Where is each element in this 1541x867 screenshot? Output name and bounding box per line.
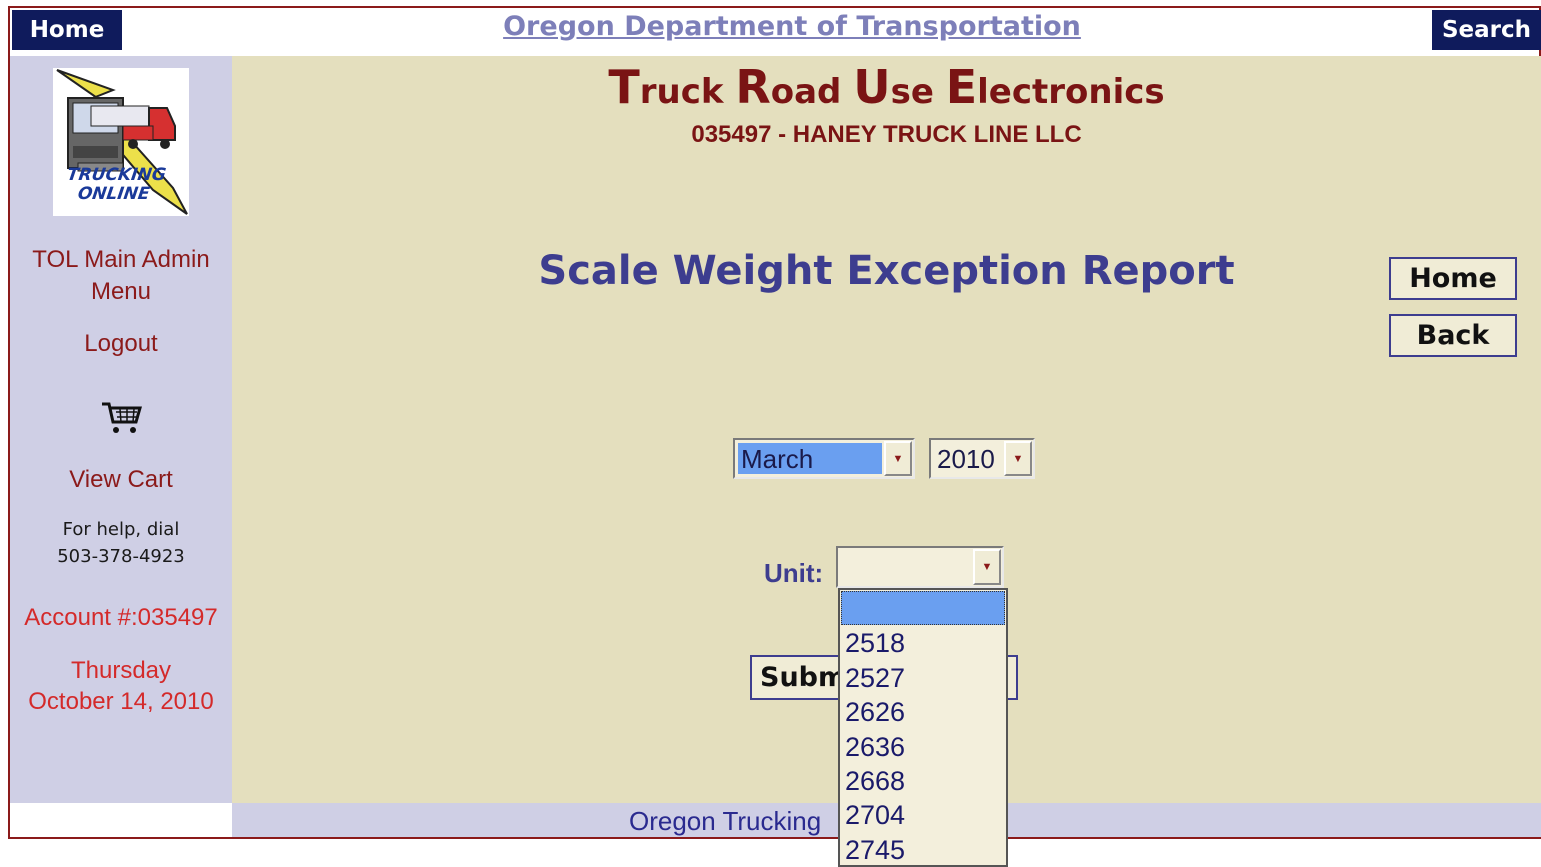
help-text: For help, dial	[62, 519, 180, 540]
unit-option[interactable]: 2704	[840, 798, 1006, 832]
app-title-word: oad	[770, 72, 854, 112]
app-title-word: lectronics	[977, 72, 1165, 112]
year-select[interactable]: 2010 ▼	[929, 438, 1035, 479]
chevron-down-icon[interactable]: ▼	[1004, 441, 1032, 476]
unit-option[interactable]: 2527	[840, 661, 1006, 695]
footer-text: Oregon Trucking	[629, 806, 822, 836]
unit-dropdown-list[interactable]: 2518 2527 2626 2636 2668 2704 2745	[838, 588, 1008, 867]
company-name: 035497 - HANEY TRUCK LINE LLC	[691, 121, 1082, 148]
app-title-word: ruck	[639, 72, 736, 112]
sidebar-item-main-menu[interactable]: TOL Main Admin Menu	[10, 244, 232, 308]
date-day: Thursday	[70, 657, 172, 684]
top-search-button[interactable]: Search	[1432, 10, 1541, 50]
month-select[interactable]: March ▼	[733, 438, 915, 479]
app-title-letter: R	[735, 60, 771, 114]
unit-select-value	[841, 551, 971, 583]
unit-select[interactable]: ▼	[836, 546, 1004, 588]
app-title-letter: U	[853, 60, 891, 114]
app-title: Truck Road Use Electronics	[232, 62, 1541, 117]
unit-option[interactable]: 2626	[840, 695, 1006, 729]
help-phone: 503-378-4923	[57, 546, 185, 567]
home-button[interactable]: Home	[1389, 257, 1517, 300]
unit-option[interactable]: 2745	[840, 833, 1006, 865]
unit-option[interactable]: 2668	[840, 764, 1006, 798]
unit-option[interactable]: 2518	[840, 626, 1006, 660]
back-button[interactable]: Back	[1389, 314, 1517, 357]
month-select-value: March	[738, 443, 882, 474]
unit-option[interactable]: 2636	[840, 730, 1006, 764]
app-title-letter: T	[608, 60, 640, 114]
app-title-word: se	[890, 72, 946, 112]
unit-option[interactable]	[841, 591, 1005, 626]
top-home-button[interactable]: Home	[12, 10, 122, 50]
trucking-online-logo[interactable]: TRUCKING ONLINE	[53, 68, 189, 216]
date-full: October 14, 2010	[28, 688, 214, 715]
year-select-value: 2010	[937, 444, 995, 474]
app-title-letter: E	[945, 60, 978, 114]
chevron-down-icon[interactable]: ▼	[884, 441, 912, 476]
page-title: Scale Weight Exception Report	[538, 248, 1235, 294]
sidebar-item-logout[interactable]: Logout	[10, 328, 232, 360]
chevron-down-icon[interactable]: ▼	[973, 549, 1001, 585]
sidebar-item-view-cart[interactable]: View Cart	[10, 464, 232, 496]
site-title[interactable]: Oregon Department of Transportation	[122, 10, 1462, 44]
account-number: Account #:035497	[24, 604, 218, 631]
logo-text: TRUCKING ONLINE	[65, 165, 168, 204]
shopping-cart-icon[interactable]	[100, 400, 142, 436]
unit-label: Unit:	[764, 558, 824, 588]
